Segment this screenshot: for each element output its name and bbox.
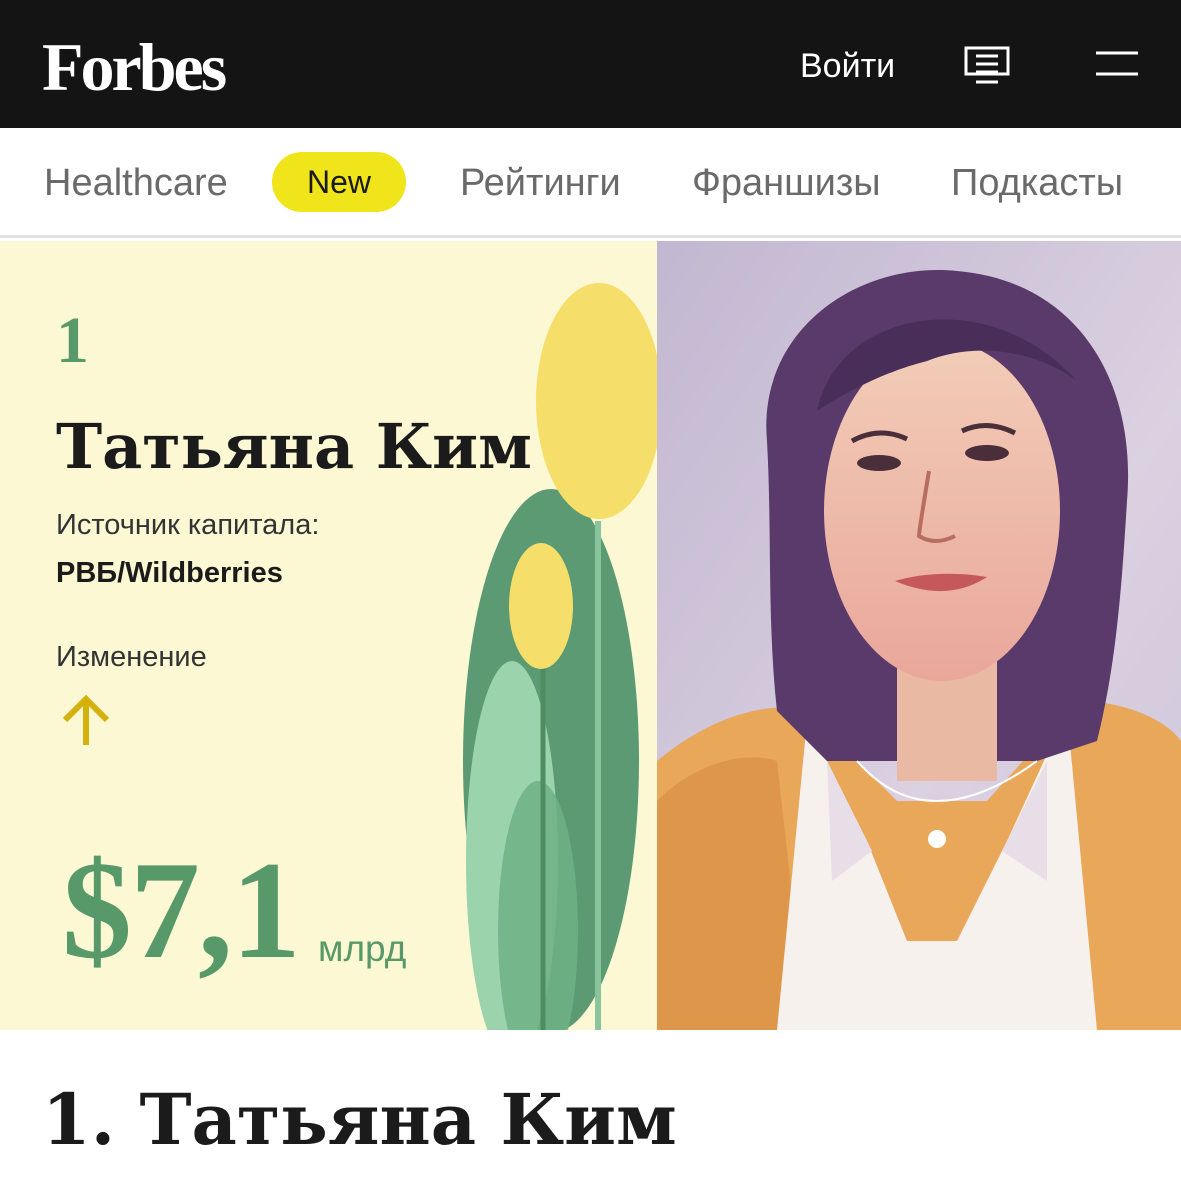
menu-icon[interactable] (1094, 48, 1140, 80)
issues-icon[interactable] (962, 44, 1012, 88)
arrow-up-icon (62, 694, 110, 745)
hero-card: 1 Татьяна Ким Источник капитала: РВБ/Wil… (0, 241, 1181, 1030)
nav-item-ratings[interactable]: Рейтинги (460, 158, 621, 208)
article-title: 1. Татьяна Ким (42, 1078, 677, 1161)
hero-info-panel: 1 Татьяна Ким Источник капитала: РВБ/Wil… (0, 241, 657, 1030)
plant-illustration (463, 283, 657, 1030)
rank-number: 1 (56, 304, 89, 377)
change-label: Изменение (56, 641, 207, 673)
net-worth-unit: млрд (318, 928, 407, 969)
nav-item-franchises[interactable]: Франшизы (692, 158, 881, 208)
forbes-logo[interactable]: Forbes (42, 22, 227, 112)
portrait-illustration (657, 241, 1181, 1030)
nav-item-healthcare[interactable]: Healthcare (44, 158, 228, 208)
login-link[interactable]: Войти (800, 44, 895, 88)
top-bar: Forbes Войти (0, 0, 1181, 128)
nav-item-podcasts[interactable]: Подкасты (951, 158, 1123, 208)
section-nav: Healthcare New Рейтинги Франшизы Подкаст… (0, 128, 1181, 238)
person-name: Татьяна Ким (56, 410, 532, 483)
capital-source-label: Источник капитала: (56, 509, 320, 541)
capital-source-value: РВБ/Wildberries (56, 557, 283, 589)
new-badge: New (272, 152, 406, 212)
net-worth-value: $7,1 (62, 833, 301, 988)
